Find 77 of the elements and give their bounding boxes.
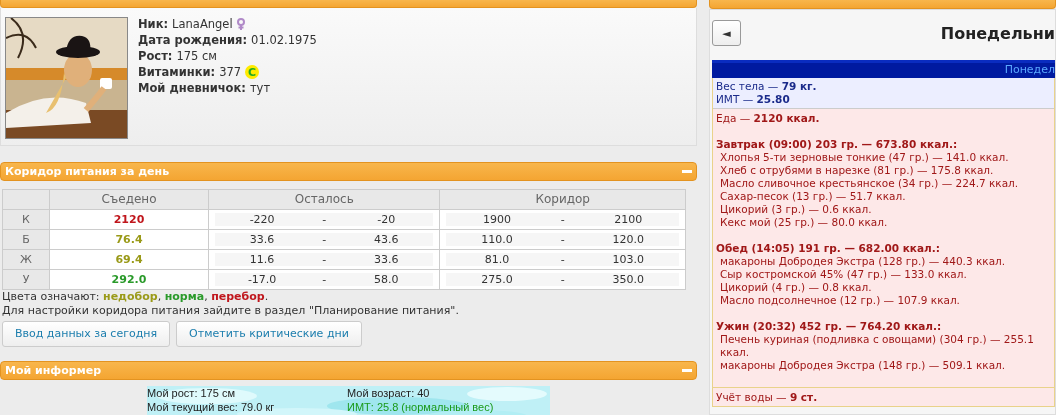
- table-cell-text: -220: [248, 212, 276, 226]
- range-dash: -: [321, 272, 328, 286]
- range-dash: -: [559, 252, 566, 266]
- meal-title: Завтрак (09:00) 203 гр. — 673.80 ккал.:: [716, 138, 959, 151]
- profile-value: 175 см: [176, 49, 218, 64]
- action-button[interactable]: Отметить критические дни: [176, 320, 362, 347]
- range-dash: -: [321, 212, 328, 226]
- profile-value: 377: [219, 65, 242, 80]
- table-cell-text: 120.0: [611, 232, 646, 246]
- profile-value: LanaAngel: [172, 17, 233, 32]
- informer-text: Мой возраст: 40: [347, 385, 431, 400]
- profile-label: Ник:: [138, 17, 169, 32]
- informer-text: Мой текущий вес: 79.0 кг: [147, 399, 276, 414]
- body-stat: ИМТ — 25.80: [716, 93, 791, 106]
- range-dash: -: [321, 252, 328, 266]
- meal-item: Хлопья 5-ти зерновые тонкие (47 гр.) — 141.0 ккал.: [719, 151, 1010, 164]
- panel-title: Коридор питания за день: [5, 164, 170, 178]
- table-cell-text: 2100: [613, 212, 644, 226]
- water-total: Учёт воды — 9 ст.: [713, 387, 1054, 406]
- meal-item: Хлеб с отрубями в нарезке (81 гр.) — 175.8 ккал.: [719, 164, 995, 177]
- profile-label: Рост:: [138, 49, 173, 64]
- profile-label: Витаминки:: [138, 65, 216, 80]
- color-legend: Цвета означают: недобор, норма, перебор.: [2, 289, 697, 304]
- collapse-icon[interactable]: [682, 169, 692, 173]
- range-dash: -: [559, 212, 566, 226]
- meal-item: Кекс мой (25 гр.) — 80.0 ккал.: [719, 216, 889, 229]
- table-cell-text: 58.0: [373, 272, 400, 286]
- row-label: Ж: [2, 249, 50, 270]
- row-label: К: [2, 209, 50, 230]
- panel-title: Мой информер: [5, 363, 102, 377]
- meal-item: Цикорий (4 гр.) — 0.8 ккал.: [719, 281, 873, 294]
- note-text: Для настройки коридора питания зайдите в раздел "Планирование питания".: [2, 303, 460, 318]
- informer-text: Мой рост: 175 см: [147, 385, 236, 400]
- table-cell-text: -20: [376, 212, 397, 226]
- table-cell-text: 43.6: [373, 232, 400, 246]
- table-cell-text: 110.0: [480, 232, 514, 246]
- day-title: Понедельни: [940, 23, 1055, 43]
- meal-item: Масло сливочное крестьянское (34 гр.) — 224.7 ккал.: [719, 177, 1020, 190]
- row-label: У: [2, 269, 50, 290]
- table-cell-text: 33.6: [248, 232, 276, 246]
- table-cell-text: 350.0: [611, 272, 646, 286]
- table-cell-text: 275.0: [480, 272, 514, 286]
- diary-link[interactable]: тут: [249, 81, 271, 96]
- meal-item: макароны Добродея Экстра (148 гр.) — 509.1 ккал.: [719, 359, 1007, 372]
- body-stat: Вес тела — 79 кг.: [716, 80, 818, 93]
- profile-label: Дата рождения:: [138, 33, 248, 48]
- profile-value: 01.02.1975: [251, 33, 317, 48]
- meal-title: Обед (14:05) 191 гр. — 682.00 ккал.:: [716, 242, 941, 255]
- vitamin-badge: C: [245, 65, 260, 80]
- table-cell-text: 81.0: [483, 252, 511, 266]
- table-header-cell: Коридор: [439, 189, 686, 210]
- informer-text: ИМТ: 25.8 (нормальный вес): [347, 399, 495, 414]
- table-header-cell: Осталось: [208, 189, 440, 210]
- meal-item: Масло подсолнечное (12 гр.) — 107.9 ккал.: [719, 294, 961, 307]
- table-cell-text: 103.0: [611, 252, 646, 266]
- table-cell-text: 1900: [482, 212, 513, 226]
- action-button[interactable]: Ввод данных за сегодня: [2, 320, 171, 347]
- meal-item: Цикорий (3 гр.) — 0.6 ккал.: [719, 203, 873, 216]
- collapse-icon[interactable]: [682, 368, 692, 372]
- range-dash: -: [559, 232, 566, 246]
- meal-item: Печень куриная (подливка с овощами) (304 гр.) — 255.1 ккал.: [719, 333, 1035, 359]
- table-cell-text: -17.0: [246, 272, 278, 286]
- range-dash: -: [559, 272, 566, 286]
- table-cell-text: 33.6: [373, 252, 400, 266]
- food-total: Еда — 2120 ккал.: [716, 112, 821, 125]
- meal-title: Ужин (20:32) 452 гр. — 764.20 ккал.:: [716, 320, 943, 333]
- table-header-cell: Съедено: [49, 189, 209, 210]
- female-icon: [236, 18, 245, 31]
- meal-item: Сахар-песок (13 гр.) — 51.7 ккал.: [719, 190, 907, 203]
- meal-item: Сыр костромской 45% (47 гр.) — 133.0 ккал.: [719, 268, 968, 281]
- range-dash: -: [321, 232, 328, 246]
- row-label: Б: [2, 229, 50, 250]
- meal-item: макароны Добродея Экстра (128 гр.) — 440.3 ккал.: [719, 255, 1007, 268]
- table-cell-text: 11.6: [248, 252, 276, 266]
- day-bar: Понедел: [712, 60, 1055, 78]
- previous-day-button[interactable]: ◄: [712, 20, 741, 46]
- profile-label: Мой дневничок:: [138, 81, 246, 96]
